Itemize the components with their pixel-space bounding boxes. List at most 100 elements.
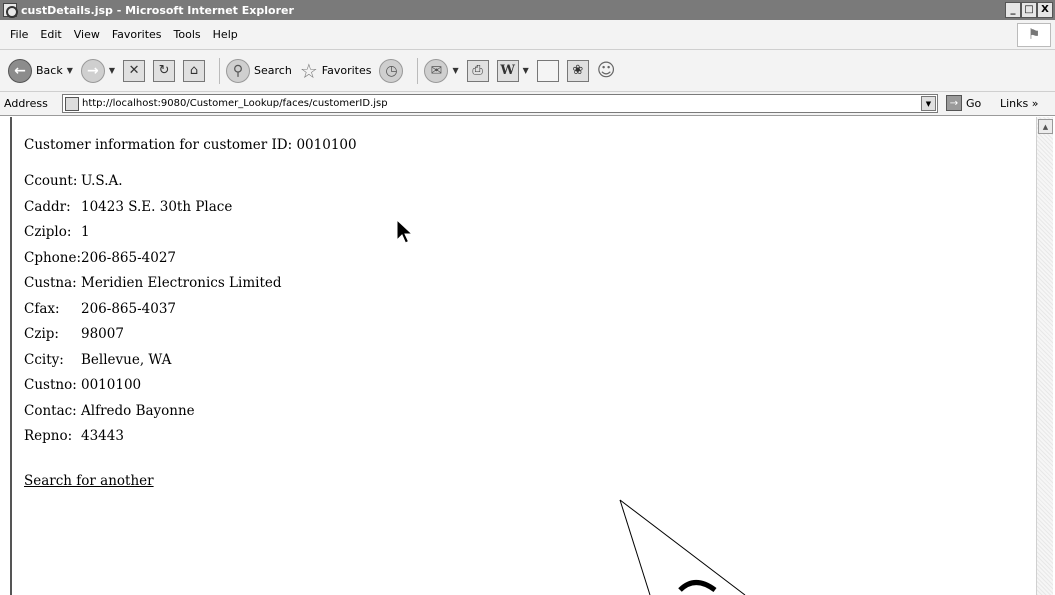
field-row: Czip: 98007 [24,326,1036,352]
home-button[interactable]: ⌂ [183,59,206,82]
field-row: Cphone: 206-865-4027 [24,250,1036,276]
messenger-button[interactable]: ☺ [597,60,616,81]
menu-favorites[interactable]: Favorites [106,28,168,41]
field-value: Meridien Electronics Limited [81,275,282,291]
vertical-scrollbar[interactable]: ▲ [1036,117,1053,595]
window-controls: _ □ X [1005,2,1053,18]
address-input[interactable] [82,98,921,109]
field-value: 206-865-4037 [81,300,177,317]
go-label: Go [966,96,982,110]
page-icon [65,96,79,111]
callout-decoration [619,499,746,595]
links-button[interactable]: Links » [1000,97,1038,110]
field-label: Ccity: [24,351,64,368]
field-row: Cfax: 206-865-4037 [24,301,1036,327]
research-button[interactable]: ❀ [566,59,589,82]
blank-page-icon [536,59,559,82]
field-label: Caddr: [24,198,71,215]
back-dropdown-icon[interactable]: ▼ [67,66,73,75]
ie-logo-icon [3,3,18,18]
back-button[interactable]: ← Back ▼ [8,58,73,83]
field-value: 0010100 [81,377,142,393]
discuss-button[interactable] [536,59,559,82]
search-icon: ⚲ [226,58,251,83]
word-icon: W [496,59,519,82]
printer-icon: ⎙ [466,59,489,82]
title-bar: custDetails.jsp - Microsoft Internet Exp… [0,0,1055,20]
window-title: custDetails.jsp - Microsoft Internet Exp… [21,3,294,17]
messenger-icon: ☺ [596,60,616,81]
address-bar: Address ▼ → Go Links » [0,92,1055,116]
toolbar-divider [219,57,221,84]
history-button[interactable]: ◷ [379,58,404,83]
field-row: Custna: Meridien Electronics Limited [24,275,1036,301]
history-icon: ◷ [379,58,404,83]
field-value: 10423 S.E. 30th Place [81,198,233,215]
edit-dropdown-icon[interactable]: ▼ [523,66,529,75]
address-label: Address [4,97,48,110]
field-value: Alfredo Bayonne [81,402,195,419]
field-value: Bellevue, WA [81,351,172,368]
mail-icon: ✉ [424,58,449,83]
mouse-cursor-icon [396,219,414,244]
field-label: Cfax: [24,300,60,317]
search-for-another-link[interactable]: Search for another [24,473,154,489]
field-label: Ccount: [24,173,78,189]
field-label: Custna: [24,275,77,291]
field-row: Caddr: 10423 S.E. 30th Place [24,199,1036,225]
page-heading: Customer information for customer ID: 00… [24,137,357,153]
minimize-button[interactable]: _ [1005,2,1021,18]
page-viewport: Customer information for customer ID: 00… [10,117,1036,595]
mail-dropdown-icon[interactable]: ▼ [452,66,458,75]
refresh-button[interactable]: ↻ [153,59,176,82]
stop-button[interactable]: ✕ [123,59,146,82]
menu-file[interactable]: File [4,28,34,41]
customer-fields: Ccount: U.S.A. Caddr: 10423 S.E. 30th Place… [24,173,1036,454]
menu-edit[interactable]: Edit [34,28,67,41]
search-label: Search [254,64,292,77]
back-arrow-icon: ← [8,58,32,83]
page-content: Customer information for customer ID: 00… [12,117,1036,489]
menu-view[interactable]: View [68,28,106,41]
back-label: Back [36,64,63,77]
forward-arrow-icon: → [80,58,105,83]
forward-dropdown-icon[interactable]: ▼ [109,66,115,75]
toolbar-divider [417,57,419,84]
mail-button[interactable]: ✉ ▼ [424,58,459,83]
go-button[interactable]: → Go [946,95,981,111]
field-value: 43443 [81,428,124,444]
search-button[interactable]: ⚲ Search [226,58,292,83]
close-button[interactable]: X [1037,2,1053,18]
field-label: Custno: [24,377,77,393]
field-row: Contac: Alfredo Bayonne [24,403,1036,429]
stop-icon: ✕ [123,59,146,82]
menu-tools[interactable]: Tools [168,28,207,41]
field-row: Cziplo: 1 [24,224,1036,250]
field-label: Repno: [24,428,73,444]
field-row: Ccount: U.S.A. [24,173,1036,199]
field-value: 1 [81,224,90,240]
field-value: 98007 [81,326,124,342]
field-label: Czip: [24,326,59,342]
address-dropdown-icon[interactable]: ▼ [921,96,936,111]
address-box[interactable]: ▼ [62,94,938,113]
scroll-up-arrow-icon[interactable]: ▲ [1038,119,1053,134]
home-icon: ⌂ [183,59,206,82]
field-value: U.S.A. [81,173,123,189]
toolbar: ← Back ▼ → ▼ ✕ ↻ ⌂ ⚲ Search ☆ Favorites … [0,50,1055,92]
field-row: Custno: 0010100 [24,377,1036,403]
print-button[interactable]: ⎙ [466,59,489,82]
favorites-button[interactable]: ☆ Favorites [300,59,372,83]
menu-bar: File Edit View Favorites Tools Help ⚑ [0,20,1055,50]
menu-help[interactable]: Help [207,28,244,41]
windows-logo-icon: ⚑ [1017,23,1051,47]
flower-icon: ❀ [566,59,589,82]
edit-button[interactable]: W ▼ [496,59,529,82]
forward-button[interactable]: → ▼ [80,58,115,83]
field-row: Repno: 43443 [24,428,1036,454]
field-label: Cphone: [24,249,82,266]
field-value: 206-865-4027 [81,249,177,266]
maximize-button[interactable]: □ [1021,2,1037,18]
field-row: Ccity: Bellevue, WA [24,352,1036,378]
field-label: Contac: [24,402,77,419]
